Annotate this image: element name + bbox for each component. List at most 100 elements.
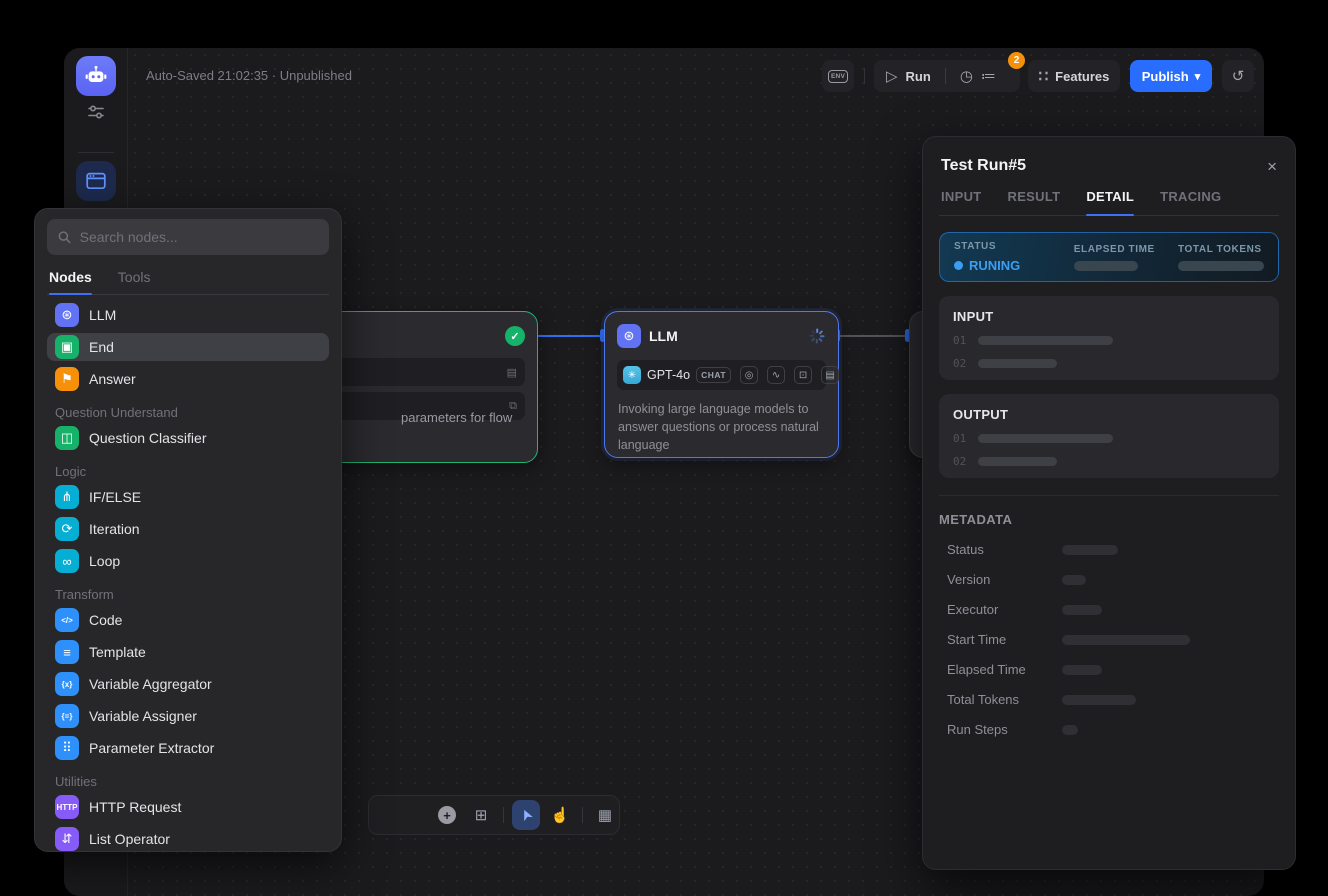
palette-item-llm[interactable]: ⊛ LLM (47, 301, 329, 329)
llm-node-title: LLM (649, 328, 678, 344)
item-label: IF/ELSE (89, 489, 141, 505)
llm-node[interactable]: ⊛ LLM ✳ GPT-4o (604, 311, 839, 458)
metadata-key: Run Steps (947, 722, 1062, 737)
tab-nodes[interactable]: Nodes (49, 269, 92, 294)
metadata-label: METADATA (939, 512, 1279, 527)
status-label: STATUS (954, 241, 1074, 252)
palette-item-variable-aggregator[interactable]: {x} Variable Aggregator (47, 670, 329, 698)
organize-nodes-button[interactable]: ▦ (591, 800, 619, 830)
palette-item-end[interactable]: ▣ End (47, 333, 329, 361)
metadata-row: Executor (939, 602, 1279, 617)
palette-item-if-else[interactable]: ⋔ IF/ELSE (47, 483, 329, 511)
checklist-count-badge: 2 (1008, 52, 1025, 69)
skeleton-bar (1062, 725, 1078, 735)
metadata-key: Elapsed Time (947, 662, 1062, 677)
item-label: Loop (89, 553, 120, 569)
features-button[interactable]: ∷ Features (1028, 60, 1120, 92)
preview-panel-button[interactable] (76, 161, 116, 201)
window-icon (86, 172, 106, 190)
palette-item-answer[interactable]: ⚑ Answer (47, 365, 329, 393)
features-icon: ∷ (1039, 69, 1049, 84)
elapsed-time-label: ELAPSED TIME (1074, 244, 1178, 255)
skeleton-bar (1062, 665, 1102, 675)
model-name: GPT-4o (647, 368, 690, 382)
metadata-row: Version (939, 572, 1279, 587)
iteration-icon: ⟳ (55, 517, 79, 541)
tab-result[interactable]: RESULT (1008, 189, 1061, 215)
item-label: HTTP Request (89, 799, 181, 815)
variable-assigner-icon: {=} (55, 704, 79, 728)
toolbar-divider (503, 807, 504, 823)
checklist-icon[interactable]: ≔ (981, 69, 996, 84)
section-utilities: Utilities (47, 774, 329, 789)
section-transform: Transform (47, 587, 329, 602)
tab-detail[interactable]: DETAIL (1086, 189, 1134, 215)
llm-icon: ⊛ (55, 303, 79, 327)
tab-tracing[interactable]: TRACING (1160, 189, 1221, 215)
group-divider (945, 68, 946, 84)
openai-icon: ✳ (623, 366, 641, 384)
success-check-icon: ✓ (505, 326, 525, 346)
plus-circle-icon: + (438, 806, 456, 824)
tab-tools[interactable]: Tools (118, 269, 151, 294)
publish-button[interactable]: Publish ▾ (1130, 60, 1212, 92)
add-node-button[interactable]: + (433, 800, 461, 830)
metadata-row: Run Steps (939, 722, 1279, 737)
vision-icon: ◎ (740, 366, 758, 384)
item-label: Template (89, 644, 146, 660)
rail-divider (78, 152, 114, 153)
palette-item-code[interactable]: </> Code (47, 606, 329, 634)
running-dot-icon (954, 261, 963, 270)
palette-item-http-request[interactable]: HTTP HTTP Request (47, 793, 329, 821)
palette-item-parameter-extractor[interactable]: ⠿ Parameter Extractor (47, 734, 329, 762)
start-field-row[interactable]: ▤ (317, 358, 525, 386)
parameter-extractor-icon: ⠿ (55, 736, 79, 760)
history-icon: ↺ (1232, 67, 1245, 85)
metadata-key: Total Tokens (947, 692, 1062, 707)
search-input[interactable] (80, 229, 319, 245)
edge-llm-to-end (840, 335, 906, 337)
panel-divider (939, 495, 1279, 496)
run-history-icon[interactable]: ◷ (960, 69, 973, 84)
pointer-mode-button[interactable]: ➤ (512, 800, 540, 830)
note-icon: ⊞ (475, 806, 488, 824)
item-label: List Operator (89, 831, 170, 847)
total-tokens-label: TOTAL TOKENS (1178, 244, 1264, 255)
close-icon[interactable]: × (1267, 158, 1277, 175)
palette-item-iteration[interactable]: ⟳ Iteration (47, 515, 329, 543)
env-variables-button[interactable]: ENV (822, 60, 854, 92)
item-label: End (89, 339, 114, 355)
hand-mode-button[interactable]: ☝ (546, 800, 574, 830)
palette-item-loop[interactable]: ∞ Loop (47, 547, 329, 575)
tab-input[interactable]: INPUT (941, 189, 982, 215)
run-button[interactable]: Run (906, 69, 931, 84)
palette-item-list-operator[interactable]: ⇵ List Operator (47, 825, 329, 852)
palette-item-question-classifier[interactable]: ◫ Question Classifier (47, 424, 329, 452)
status-value: RUNING (954, 258, 1074, 273)
start-node-description: parameters for flow (401, 408, 529, 428)
skeleton-bar (978, 434, 1113, 443)
llm-node-description: Invoking large language models to answer… (618, 400, 826, 454)
palette-item-variable-assigner[interactable]: {=} Variable Assigner (47, 702, 329, 730)
add-note-button[interactable]: ⊞ (467, 800, 495, 830)
palette-item-template[interactable]: ≡ Template (47, 638, 329, 666)
variable-aggregator-icon: {x} (55, 672, 79, 696)
search-box[interactable] (47, 219, 329, 255)
preferences-sliders-icon[interactable] (86, 102, 106, 122)
skeleton-bar (1062, 695, 1136, 705)
doc-icon: ▤ (507, 366, 517, 379)
model-selector[interactable]: ✳ GPT-4o CHAT ◎ ∿ ⊡ ▤ (617, 360, 826, 390)
skeleton-bar (1062, 575, 1086, 585)
metadata-key: Version (947, 572, 1062, 587)
version-history-button[interactable]: ↺ (1222, 60, 1254, 92)
item-label: Question Classifier (89, 430, 207, 446)
robot-icon (84, 64, 108, 88)
skeleton-bar (1074, 261, 1138, 271)
llm-icon: ⊛ (617, 324, 641, 348)
hand-icon: ☝ (551, 806, 570, 824)
if-else-icon: ⋔ (55, 485, 79, 509)
metadata-row: Status (939, 542, 1279, 557)
skeleton-bar (978, 457, 1057, 466)
app-logo[interactable] (76, 56, 116, 96)
line-number: 01 (953, 432, 966, 445)
